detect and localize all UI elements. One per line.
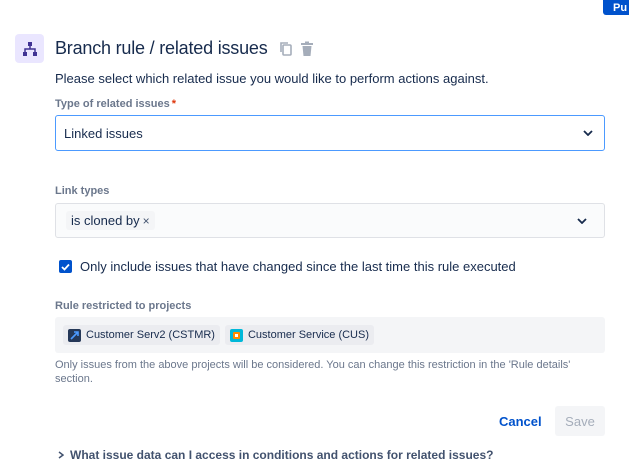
restricted-label: Rule restricted to projects <box>55 300 192 312</box>
publish-button[interactable]: Pu <box>603 0 629 15</box>
required-mark: * <box>171 98 177 110</box>
link-types-select[interactable]: is cloned by × <box>55 203 605 238</box>
trash-icon[interactable] <box>299 40 315 58</box>
project-icon <box>229 328 243 342</box>
chevron-down-icon[interactable] <box>574 213 590 229</box>
expander-label: What issue data can I access in conditio… <box>70 448 494 462</box>
related-type-label: Type of related issues * <box>55 98 177 110</box>
only-changed-checkbox[interactable] <box>59 260 72 273</box>
description: Please select which related issue you wo… <box>55 71 489 86</box>
branch-icon <box>15 34 44 63</box>
project-label: Customer Serv2 (CSTMR) <box>86 329 215 341</box>
remove-chip-icon[interactable]: × <box>143 214 150 228</box>
project-chip: Customer Service (CUS) <box>224 325 374 345</box>
cancel-button[interactable]: Cancel <box>489 406 552 436</box>
link-type-chip-label: is cloned by <box>71 213 140 228</box>
related-type-value: Linked issues <box>64 125 143 141</box>
restricted-projects: Customer Serv2 (CSTMR) Customer Service … <box>55 317 605 353</box>
related-data-expander[interactable]: What issue data can I access in conditio… <box>58 448 493 462</box>
related-type-select[interactable]: Linked issues <box>55 115 605 151</box>
restriction-helper-text: Only issues from the above projects will… <box>55 359 571 385</box>
only-changed-row[interactable]: Only include issues that have changed si… <box>59 259 516 274</box>
link-type-chip: is cloned by × <box>66 211 155 230</box>
chevron-right-icon <box>58 448 65 462</box>
project-chip: Customer Serv2 (CSTMR) <box>63 325 220 345</box>
project-label: Customer Service (CUS) <box>247 329 369 341</box>
chevron-down-icon[interactable] <box>580 125 596 141</box>
page-title: Branch rule / related issues <box>55 38 268 58</box>
save-button[interactable]: Save <box>555 406 605 436</box>
copy-icon[interactable] <box>278 40 294 58</box>
rocket-project-icon <box>68 328 81 342</box>
link-types-label: Link types <box>55 185 110 197</box>
only-changed-label: Only include issues that have changed si… <box>80 259 516 274</box>
